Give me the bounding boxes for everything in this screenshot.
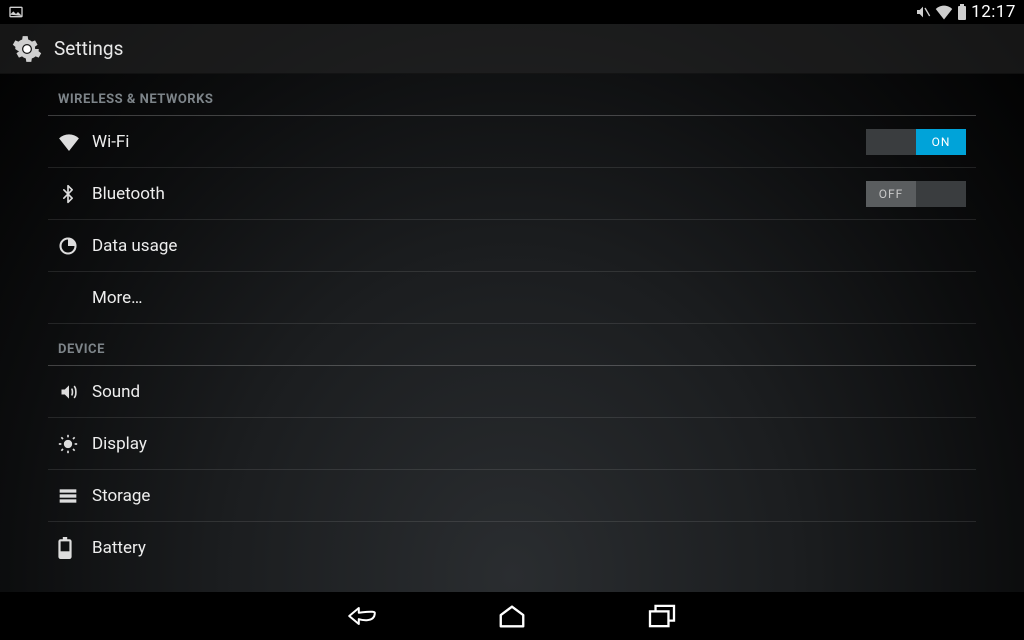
row-data-usage-label: Data usage — [92, 236, 966, 256]
recent-apps-button[interactable] — [642, 596, 682, 636]
row-wifi[interactable]: Wi-Fi OFF ON — [48, 116, 976, 168]
home-button[interactable] — [492, 596, 532, 636]
row-bluetooth[interactable]: Bluetooth OFF ON — [48, 168, 976, 220]
row-more[interactable]: More… — [48, 272, 976, 324]
back-button[interactable] — [342, 596, 382, 636]
wifi-status-icon — [935, 4, 953, 20]
row-storage-label: Storage — [92, 486, 966, 506]
clock: 12:17 — [971, 2, 1016, 22]
toggle-off-label: OFF — [879, 187, 904, 201]
settings-list: WIRELESS & NETWORKS Wi-Fi OFF ON Bluetoo… — [0, 74, 1024, 592]
row-storage[interactable]: Storage — [48, 470, 976, 522]
action-bar: Settings — [0, 24, 1024, 74]
row-more-label: More… — [92, 288, 966, 308]
section-header-device: DEVICE — [48, 324, 976, 366]
row-display-label: Display — [92, 434, 966, 454]
battery-status-icon — [957, 4, 967, 20]
row-sound-label: Sound — [92, 382, 966, 402]
bluetooth-icon — [58, 183, 92, 205]
navigation-bar — [0, 592, 1024, 640]
row-display[interactable]: Display — [48, 418, 976, 470]
storage-icon — [58, 487, 92, 505]
display-icon — [58, 434, 92, 454]
sound-icon — [58, 382, 92, 402]
settings-gear-icon — [12, 34, 42, 64]
status-bar: 12:17 — [0, 0, 1024, 24]
row-wifi-label: Wi-Fi — [92, 132, 866, 152]
row-sound[interactable]: Sound — [48, 366, 976, 418]
bluetooth-toggle[interactable]: OFF ON — [866, 181, 966, 207]
wifi-icon — [58, 133, 92, 151]
picture-icon — [8, 4, 24, 20]
section-header-wireless: WIRELESS & NETWORKS — [48, 74, 976, 116]
battery-icon — [58, 537, 92, 559]
wifi-toggle[interactable]: OFF ON — [866, 129, 966, 155]
toggle-on-label: ON — [932, 135, 951, 149]
mute-icon — [915, 4, 931, 20]
data-usage-icon — [58, 236, 92, 256]
row-bluetooth-label: Bluetooth — [92, 184, 866, 204]
row-data-usage[interactable]: Data usage — [48, 220, 976, 272]
row-battery[interactable]: Battery — [48, 522, 976, 574]
row-battery-label: Battery — [92, 538, 966, 558]
page-title: Settings — [54, 37, 123, 60]
